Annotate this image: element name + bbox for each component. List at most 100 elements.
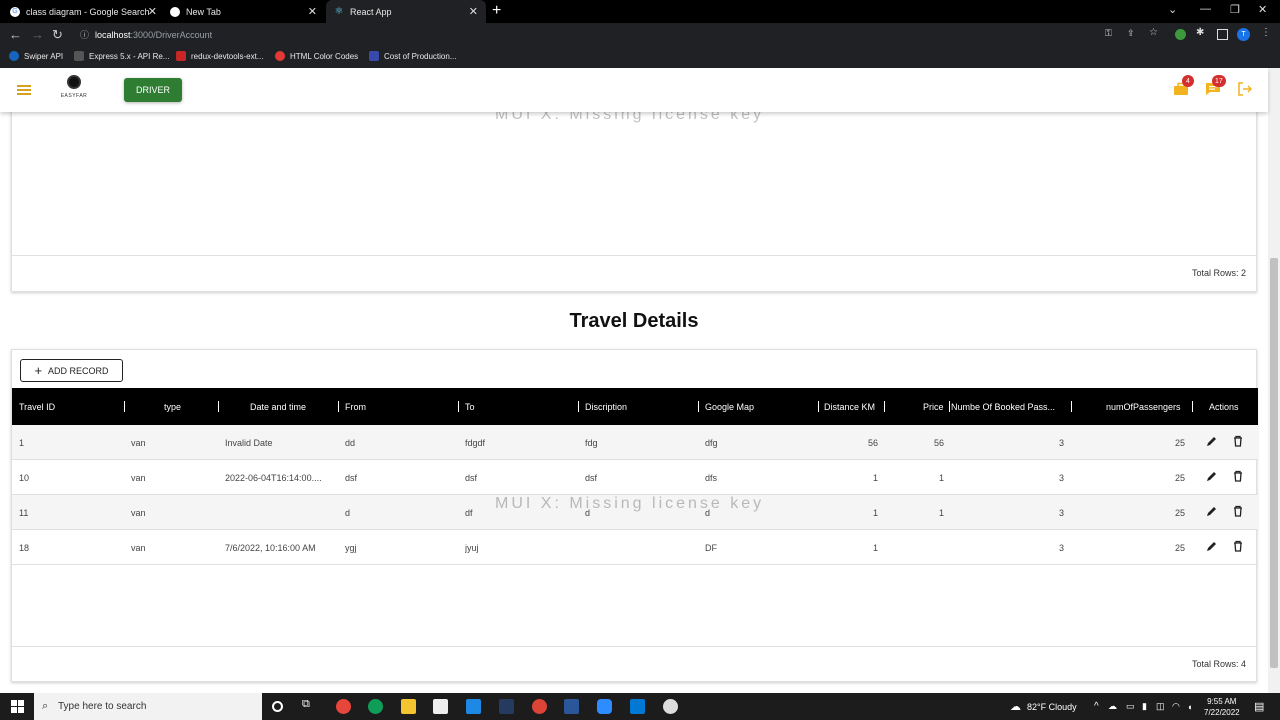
delete-icon[interactable]	[1232, 505, 1244, 519]
cell-to: fdgdf	[465, 437, 486, 448]
column-header-from[interactable]: From	[345, 388, 366, 425]
paint-icon[interactable]	[663, 699, 678, 714]
driver-button[interactable]: DRIVER	[124, 78, 182, 102]
battery-icon[interactable]: ▭	[1126, 693, 1135, 720]
key-icon[interactable]: ⚿	[1105, 28, 1116, 39]
column-header-date[interactable]: Date and time	[250, 388, 306, 425]
snipping-icon[interactable]	[499, 699, 514, 714]
column-header-passengers[interactable]: numOfPassengers	[1106, 388, 1181, 425]
delete-icon[interactable]	[1232, 470, 1244, 484]
microphone-icon[interactable]: ▮	[1142, 693, 1147, 720]
windows-start-icon[interactable]	[11, 700, 24, 713]
close-icon[interactable]: ✕	[148, 5, 157, 18]
edit-icon[interactable]	[1206, 435, 1218, 449]
close-icon[interactable]: ✕	[469, 5, 478, 18]
add-record-button[interactable]: + ADD RECORD	[20, 359, 123, 382]
close-icon[interactable]: ✕	[308, 5, 317, 18]
app-logo[interactable]: EASYFAR	[58, 73, 90, 107]
tray-chevron-icon[interactable]: ^	[1094, 693, 1099, 720]
mail-icon[interactable]	[466, 699, 481, 714]
cost-icon	[369, 51, 379, 61]
task-view-icon[interactable]: ⧉	[302, 698, 317, 713]
cell-to: jyuj	[465, 542, 479, 553]
restore-icon[interactable]: ❐	[1230, 3, 1240, 16]
logout-icon[interactable]	[1237, 82, 1253, 96]
logo-text: EASYFAR	[60, 93, 88, 99]
windows-taskbar: ⌕ Type here to search ⧉ ☁ 82°F Cloudy ^ …	[0, 693, 1280, 720]
bookmark-express[interactable]: Express 5.x - API Re...	[74, 51, 169, 61]
back-arrow-icon[interactable]: ←	[9, 27, 22, 42]
extension-green-icon[interactable]	[1175, 29, 1186, 40]
notification-center-icon[interactable]: ▤	[1254, 693, 1264, 720]
scrollbar-thumb[interactable]	[1270, 258, 1278, 668]
table-row[interactable]: 18 van 7/6/2022, 10:16:00 AM ygj jyuj DF…	[12, 530, 1258, 565]
column-header-google-map[interactable]: Google Map	[705, 388, 754, 425]
column-header-price[interactable]: Price	[923, 388, 944, 425]
grid-footer: Total Rows: 2	[12, 255, 1256, 291]
column-header-description[interactable]: Discription	[585, 388, 627, 425]
column-header-to[interactable]: To	[465, 388, 475, 425]
taskbar-search-input[interactable]: ⌕ Type here to search	[34, 693, 262, 720]
bookmark-swiper[interactable]: Swiper API	[9, 51, 63, 61]
cell-description: dsf	[585, 472, 598, 483]
tab-search-icon[interactable]: ⌄	[1168, 3, 1177, 16]
delete-icon[interactable]	[1232, 435, 1244, 449]
edit-icon[interactable]	[1206, 540, 1218, 554]
bookmark-html-colors[interactable]: HTML Color Codes	[275, 51, 358, 61]
column-header-travel-id[interactable]: Travel ID	[19, 388, 55, 425]
forward-arrow-icon[interactable]: →	[31, 27, 44, 42]
edge-icon[interactable]	[368, 699, 383, 714]
bookmark-cost[interactable]: Cost of Production...	[369, 51, 456, 61]
bookmark-redux[interactable]: redux-devtools-ext...	[176, 51, 263, 61]
store-icon[interactable]	[433, 699, 448, 714]
chrome-taskbar-icon[interactable]	[336, 699, 351, 714]
tab-title: React App	[350, 6, 392, 17]
cell-passengers: 25	[1174, 437, 1185, 448]
zoom-icon[interactable]	[597, 699, 612, 714]
chrome-active-icon[interactable]	[532, 699, 547, 714]
cell-booked: 3	[1058, 437, 1064, 448]
tab-new-tab[interactable]: New Tab ✕	[170, 0, 325, 23]
network-icon[interactable]: ◫	[1156, 693, 1165, 720]
minimize-icon[interactable]: —	[1200, 3, 1211, 15]
url-host: localhost	[95, 29, 131, 40]
hamburger-menu-icon[interactable]	[17, 85, 31, 95]
cell-description: fdg	[585, 437, 598, 448]
browser-tab-bar: G class diagram - Google Search ✕ New Ta…	[0, 0, 1280, 23]
url-input[interactable]: ⓘ localhost :3000/DriverAccount	[72, 25, 1092, 44]
chat-icon[interactable]: 17	[1205, 75, 1226, 96]
column-header-type[interactable]: type	[164, 388, 181, 425]
profile-avatar[interactable]: T	[1237, 28, 1250, 41]
window-close-icon[interactable]: ✕	[1258, 3, 1267, 16]
html-color-icon	[275, 51, 285, 61]
tab-react-app[interactable]: ⚛ React App ✕	[326, 0, 486, 23]
edit-icon[interactable]	[1206, 470, 1218, 484]
weather-widget[interactable]: ☁ 82°F Cloudy	[1010, 693, 1077, 720]
star-icon[interactable]: ☆	[1149, 27, 1160, 38]
wifi-icon[interactable]: ◠	[1172, 693, 1180, 720]
column-header-distance[interactable]: Distance KM	[824, 388, 875, 425]
react-icon: ⚛	[334, 6, 344, 17]
new-tab-button[interactable]: +	[492, 2, 501, 20]
system-clock[interactable]: 9:55 AM 7/22/2022	[1204, 696, 1240, 718]
puzzle-icon[interactable]: ✱	[1196, 27, 1207, 38]
info-icon: ⓘ	[80, 30, 90, 40]
cortana-icon[interactable]	[272, 701, 283, 712]
word-icon[interactable]	[564, 699, 579, 714]
delete-icon[interactable]	[1232, 540, 1244, 554]
page-scrollbar[interactable]	[1268, 68, 1280, 693]
sidepanel-icon[interactable]	[1217, 29, 1228, 40]
tab-google-search[interactable]: G class diagram - Google Search ✕	[10, 0, 165, 23]
volume-icon[interactable]: ◖	[1187, 693, 1192, 720]
menu-dots-icon[interactable]: ⋮	[1261, 27, 1272, 38]
onedrive-icon[interactable]: ☁	[1108, 693, 1117, 720]
column-header-booked[interactable]: Numbe Of Booked Pass...	[951, 388, 1068, 425]
table-row[interactable]: 1 van Invalid Date dd fdgdf fdg dfg 56 5…	[12, 425, 1258, 460]
vscode-icon[interactable]	[630, 699, 645, 714]
table-row[interactable]: 10 van 2022-06-04T16:14:00.... dsf dsf d…	[12, 460, 1258, 495]
share-icon[interactable]: ⇪	[1127, 28, 1138, 39]
file-explorer-icon[interactable]	[401, 699, 416, 714]
edit-icon[interactable]	[1206, 505, 1218, 519]
briefcase-icon[interactable]: 4	[1173, 75, 1194, 96]
reload-icon[interactable]: ↻	[52, 27, 63, 43]
